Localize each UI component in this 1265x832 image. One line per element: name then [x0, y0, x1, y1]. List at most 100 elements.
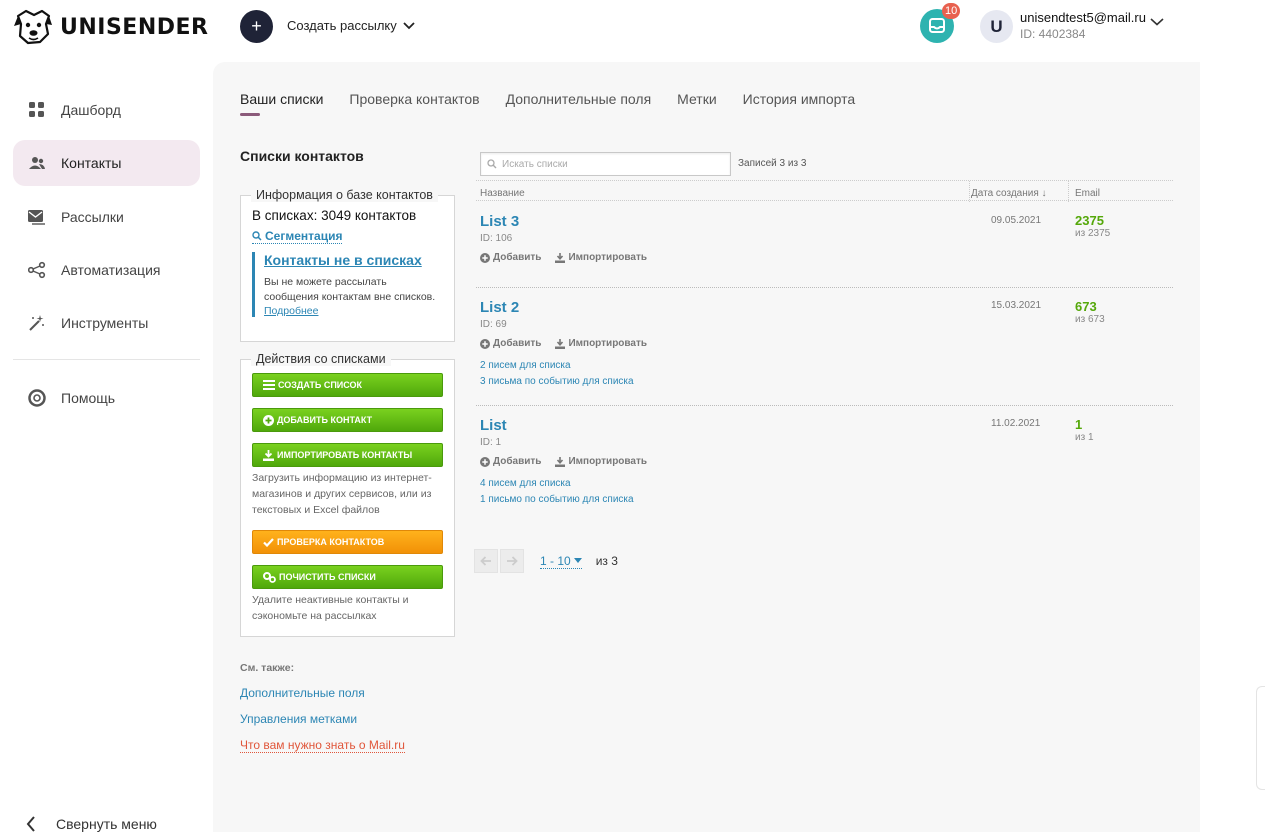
import-to-list-button[interactable]: Импортировать — [555, 456, 647, 467]
segmentation-label: Сегментация — [265, 229, 343, 243]
list-event-emails-link[interactable]: 3 письма по событию для списка — [480, 376, 634, 387]
tags-management-link[interactable]: Управления метками — [240, 712, 357, 726]
create-list-label: создать список — [278, 380, 363, 390]
mail-icon — [27, 207, 47, 227]
tab-contact-check[interactable]: Проверка контактов — [349, 91, 479, 115]
table-row: List ID: 1 Добавить Импортировать 4 писе… — [476, 406, 1173, 516]
check-contacts-button[interactable]: проверка контактов — [252, 530, 443, 554]
tab-tags[interactable]: Метки — [677, 91, 717, 115]
add-label: Добавить — [493, 338, 542, 349]
top-header: UNISENDER + Создать рассылку 10 U unisen… — [0, 0, 1200, 62]
chevron-down-icon — [403, 21, 415, 29]
sidebar-item-contacts[interactable]: Контакты — [13, 140, 200, 186]
collapse-menu-label: Свернуть меню — [56, 816, 157, 832]
tab-import-history[interactable]: История импорта — [743, 91, 856, 115]
create-campaign-button[interactable]: + — [240, 10, 273, 43]
add-to-list-button[interactable]: Добавить — [480, 456, 541, 467]
plus-icon: + — [251, 16, 262, 36]
check-contacts-label: проверка контактов — [277, 537, 385, 547]
list-emails-link[interactable]: 4 писем для списка — [480, 478, 571, 489]
segmentation-link[interactable]: Сегментация — [252, 229, 343, 244]
email-count-link[interactable]: 2375 — [1075, 213, 1104, 228]
list-emails-link[interactable]: 2 писем для списка — [480, 360, 571, 371]
main-content: Ваши списки Проверка контактов Дополните… — [213, 62, 1200, 832]
add-to-list-button[interactable]: Добавить — [480, 338, 541, 349]
list-id: ID: 69 — [480, 319, 507, 330]
add-to-list-button[interactable]: Добавить — [480, 252, 541, 263]
notification-count-badge: 10 — [942, 3, 961, 19]
not-in-lists-link[interactable]: Контакты не в списках — [264, 252, 444, 268]
column-header-email[interactable]: Email — [1075, 188, 1100, 199]
caret-down-icon — [573, 558, 582, 563]
mailru-info-link[interactable]: Что вам нужно знать о Mail.ru — [240, 738, 405, 753]
gears-icon — [263, 571, 276, 583]
page-size-select[interactable]: 1 - 10 — [540, 554, 582, 569]
sidebar-item-help[interactable]: Помощь — [13, 375, 200, 421]
column-divider — [969, 181, 970, 202]
next-page-button[interactable] — [500, 549, 524, 573]
contacts-in-lists-count: В списках: 3049 контактов — [252, 208, 417, 223]
sidebar-item-automation[interactable]: Автоматизация — [13, 247, 200, 293]
search-icon — [487, 159, 497, 169]
create-campaign-label: Создать рассылку — [287, 18, 397, 33]
page-range-label: 1 - 10 — [540, 553, 571, 568]
import-contacts-button[interactable]: импортировать контакты — [252, 443, 443, 467]
not-in-lists-block: Контакты не в списках Вы не можете рассы… — [252, 252, 444, 317]
column-header-date[interactable]: Дата создания ↓ — [971, 188, 1047, 199]
side-widget-tab[interactable] — [1256, 686, 1265, 790]
sidebar-divider — [13, 359, 200, 360]
arrow-right-icon — [507, 556, 518, 566]
avatar[interactable]: U — [980, 10, 1013, 43]
contacts-tabs: Ваши списки Проверка контактов Дополните… — [240, 91, 856, 116]
add-contact-button[interactable]: добавить контакт — [252, 408, 443, 432]
email-count-link[interactable]: 1 — [1075, 417, 1082, 432]
import-label: Импортировать — [568, 338, 648, 349]
search-input[interactable]: Искать списки — [480, 152, 731, 176]
clean-note: Удалите неактивные контакты и сэкономьте… — [252, 594, 409, 622]
chevron-down-icon[interactable] — [1150, 18, 1164, 26]
create-campaign-dropdown[interactable]: Создать рассылку — [287, 18, 415, 33]
tab-your-lists[interactable]: Ваши списки — [240, 91, 323, 116]
create-list-button[interactable]: создать список — [252, 373, 443, 397]
sidebar-item-dashboard[interactable]: Дашборд — [13, 87, 200, 133]
prev-page-button[interactable] — [474, 549, 498, 573]
add-contact-label: добавить контакт — [277, 415, 373, 425]
column-header-name[interactable]: Название — [480, 188, 525, 199]
contacts-info-box: Информация о базе контактов В списках: 3… — [240, 188, 455, 342]
import-to-list-button[interactable]: Импортировать — [555, 252, 647, 263]
import-to-list-button[interactable]: Импортировать — [555, 338, 647, 349]
list-name-link[interactable]: List 2 — [480, 299, 519, 316]
sidebar: Дашборд Контакты Рассылки Автоматизация … — [0, 62, 213, 832]
list-name-link[interactable]: List — [480, 417, 507, 434]
list-event-emails-link[interactable]: 1 письмо по событию для списка — [480, 494, 634, 505]
email-count-link[interactable]: 673 — [1075, 299, 1097, 314]
more-info-link[interactable]: Подробнее — [264, 305, 444, 317]
total-pages: из 3 — [595, 554, 618, 568]
tab-extra-fields[interactable]: Дополнительные поля — [506, 91, 652, 115]
clean-lists-label: почистить списки — [279, 572, 376, 582]
collapse-menu-button[interactable]: Свернуть меню — [26, 816, 157, 832]
search-icon — [252, 231, 262, 241]
info-box-legend: Информация о базе контактов — [251, 188, 438, 202]
sidebar-item-label: Контакты — [61, 155, 122, 171]
plus-circle-icon — [480, 338, 490, 349]
see-also-title: См. также: — [240, 662, 295, 674]
list-id: ID: 1 — [480, 437, 502, 448]
download-icon — [555, 252, 566, 263]
list-name-link[interactable]: List 3 — [480, 213, 519, 230]
import-note: Загрузить информацию из интернет-магазин… — [252, 472, 432, 516]
email-total: из 1 — [1075, 432, 1094, 443]
table-header: Название Дата создания ↓ Email — [476, 180, 1173, 202]
user-id: ID: 4402384 — [1020, 27, 1086, 41]
clean-lists-button[interactable]: почистить списки — [252, 565, 443, 589]
sidebar-item-tools[interactable]: Инструменты — [13, 300, 200, 346]
unisender-logo[interactable]: UNISENDER — [12, 8, 208, 46]
dog-logo-icon — [14, 9, 52, 45]
row-actions: Добавить Импортировать — [480, 252, 647, 263]
column-divider — [1068, 181, 1069, 202]
extra-fields-link[interactable]: Дополнительные поля — [240, 686, 365, 700]
chevron-left-icon — [26, 816, 35, 832]
sidebar-item-campaigns[interactable]: Рассылки — [13, 194, 200, 240]
plus-circle-icon — [480, 456, 490, 467]
user-email[interactable]: unisendtest5@mail.ru — [1020, 10, 1146, 25]
